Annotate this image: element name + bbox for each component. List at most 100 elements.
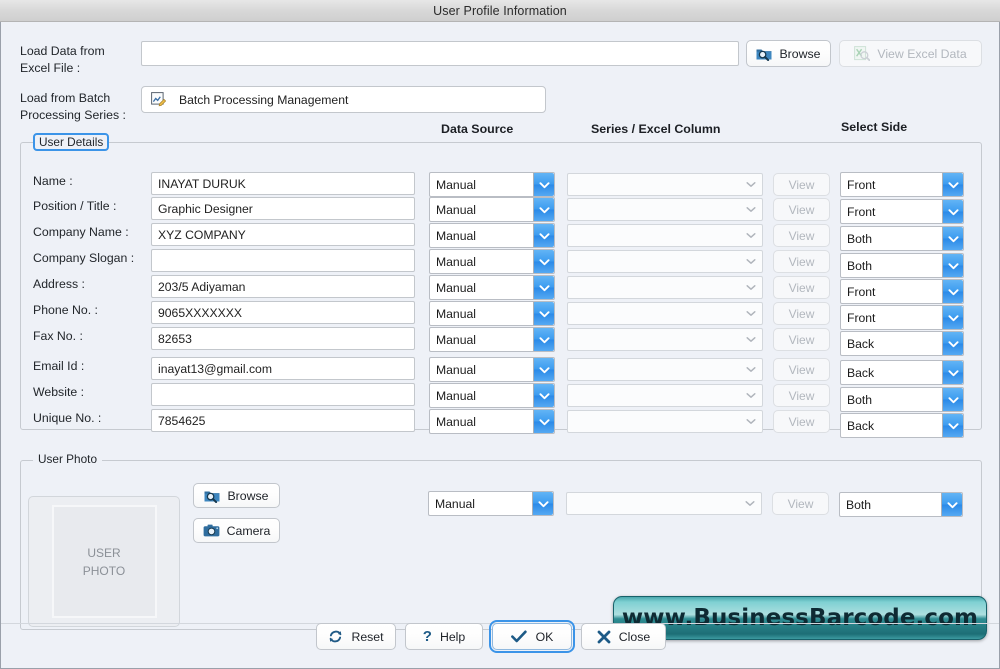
data-source-value: Manual [436, 414, 476, 429]
reset-button[interactable]: Reset [316, 623, 396, 650]
batch-series-value: Batch Processing Management [179, 92, 349, 107]
select-side-select[interactable]: Front [840, 172, 964, 197]
field-input[interactable]: 82653 [151, 327, 415, 350]
field-value: 203/5 Adiyaman [158, 279, 246, 294]
select-side-select[interactable]: Both [840, 387, 964, 412]
field-label: Unique No. : [33, 411, 102, 425]
data-source-value: Manual [436, 332, 476, 347]
excel-path-input[interactable] [141, 41, 739, 66]
chevron-down-icon [743, 174, 759, 195]
chevron-down-icon [942, 227, 963, 250]
field-input[interactable]: INAYAT DURUK [151, 172, 415, 195]
select-side-value: Front [847, 284, 876, 299]
series-select[interactable] [567, 328, 763, 351]
series-select[interactable] [567, 384, 763, 407]
user-photo-preview[interactable]: USER PHOTO [28, 496, 180, 627]
select-side-select[interactable]: Front [840, 199, 964, 224]
close-button[interactable]: Close [581, 623, 666, 650]
field-input[interactable] [151, 383, 415, 406]
select-side-value: Both [847, 258, 873, 273]
photo-camera-button[interactable]: Camera [193, 518, 280, 543]
chevron-down-icon [743, 225, 759, 246]
field-input[interactable]: Graphic Designer [151, 197, 415, 220]
view-button[interactable]: View [773, 173, 830, 196]
field-input[interactable]: 7854625 [151, 409, 415, 432]
field-label: Email Id : [33, 359, 85, 373]
field-input[interactable]: 9065XXXXXXX [151, 301, 415, 324]
check-icon [510, 630, 527, 643]
data-source-select[interactable]: Manual [429, 409, 555, 434]
select-side-select[interactable]: Front [840, 305, 964, 330]
field-value: XYZ COMPANY [158, 227, 246, 242]
chevron-down-icon [743, 359, 759, 380]
chevron-down-icon [743, 303, 759, 324]
refresh-icon [328, 629, 343, 644]
photo-view-button[interactable]: View [772, 492, 829, 515]
chevron-down-icon [533, 250, 554, 273]
photo-browse-button[interactable]: Browse [193, 483, 280, 508]
data-source-select[interactable]: Manual [429, 249, 555, 274]
view-button[interactable]: View [773, 224, 830, 247]
data-source-select[interactable]: Manual [429, 172, 555, 197]
select-side-select[interactable]: Back [840, 413, 964, 438]
series-select[interactable] [567, 276, 763, 299]
field-input[interactable] [151, 249, 415, 272]
field-input[interactable]: XYZ COMPANY [151, 223, 415, 246]
view-button[interactable]: View [773, 276, 830, 299]
select-side-value: Back [847, 418, 875, 433]
view-button[interactable]: View [773, 328, 830, 351]
field-label: Company Slogan : [33, 251, 135, 265]
help-button[interactable]: ? Help [405, 623, 483, 650]
photo-series-select[interactable] [566, 492, 762, 515]
data-source-select[interactable]: Manual [429, 327, 555, 352]
user-photo-placeholder: USER PHOTO [51, 505, 157, 618]
chevron-down-icon [533, 198, 554, 221]
ok-button[interactable]: OK [489, 620, 575, 653]
select-side-select[interactable]: Back [840, 360, 964, 385]
browse-excel-button[interactable]: Browse [746, 40, 831, 67]
series-select[interactable] [567, 173, 763, 196]
field-input[interactable]: 203/5 Adiyaman [151, 275, 415, 298]
select-side-select[interactable]: Both [840, 253, 964, 278]
data-source-value: Manual [436, 306, 476, 321]
data-source-select[interactable]: Manual [429, 223, 555, 248]
select-side-select[interactable]: Both [840, 226, 964, 251]
data-source-select[interactable]: Manual [429, 383, 555, 408]
close-icon [597, 630, 611, 644]
view-button[interactable]: View [773, 384, 830, 407]
series-select[interactable] [567, 358, 763, 381]
reset-label: Reset [351, 629, 384, 644]
column-header-select-side: Select Side [841, 120, 908, 134]
chevron-down-icon [942, 200, 963, 223]
chevron-down-icon [942, 306, 963, 329]
data-source-select[interactable]: Manual [429, 197, 555, 222]
series-select[interactable] [567, 224, 763, 247]
chevron-down-icon [941, 493, 962, 516]
batch-series-label: Load from Batch Processing Series : [20, 91, 126, 122]
view-button[interactable]: View [773, 358, 830, 381]
view-button[interactable]: View [773, 410, 830, 433]
series-select[interactable] [567, 198, 763, 221]
chevron-down-icon [942, 361, 963, 384]
data-source-select[interactable]: Manual [429, 301, 555, 326]
help-label: Help [439, 629, 466, 644]
chevron-down-icon [743, 199, 759, 220]
photo-data-source-select[interactable]: Manual [428, 491, 554, 516]
batch-series-input[interactable]: Batch Processing Management [141, 86, 546, 113]
select-side-select[interactable]: Front [840, 279, 964, 304]
view-excel-data-button[interactable]: View Excel Data [839, 40, 982, 67]
data-source-select[interactable]: Manual [429, 357, 555, 382]
photo-select-side-select[interactable]: Both [839, 492, 963, 517]
series-select[interactable] [567, 410, 763, 433]
view-button[interactable]: View [773, 198, 830, 221]
user-details-legend: User Details [33, 133, 110, 151]
view-button[interactable]: View [773, 250, 830, 273]
select-side-select[interactable]: Back [840, 331, 964, 356]
data-source-select[interactable]: Manual [429, 275, 555, 300]
ok-label: OK [535, 629, 554, 644]
series-select[interactable] [567, 302, 763, 325]
view-button[interactable]: View [773, 302, 830, 325]
field-input[interactable]: inayat13@gmail.com [151, 357, 415, 380]
series-select[interactable] [567, 250, 763, 273]
field-label: Position / Title : [33, 199, 117, 213]
